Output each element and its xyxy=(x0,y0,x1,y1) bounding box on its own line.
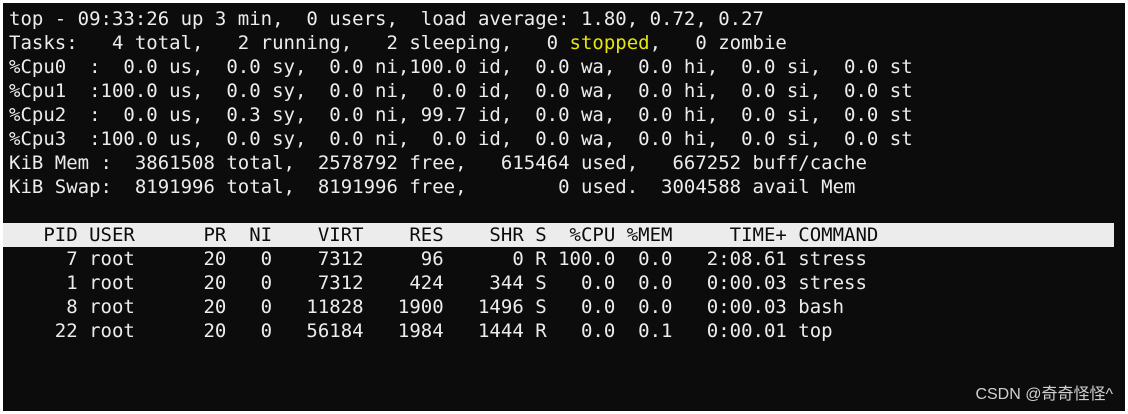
tasks-line: Tasks: 4 total, 2 running, 2 sleeping, 0… xyxy=(9,31,1114,55)
cpu3-line: %Cpu3 :100.0 us, 0.0 sy, 0.0 ni, 0.0 id,… xyxy=(9,128,913,150)
terminal-window[interactable]: top - 09:33:26 up 3 min, 0 users, load a… xyxy=(3,3,1125,411)
process-row[interactable]: 8 root 20 0 11828 1900 1496 S 0.0 0.0 0:… xyxy=(9,295,1114,319)
mem-line: KiB Mem : 3861508 total, 2578792 free, 6… xyxy=(9,152,867,174)
tasks-counts: Tasks: 4 total, 2 running, 2 sleeping, 0 xyxy=(9,32,570,54)
process-row[interactable]: 1 root 20 0 7312 424 344 S 0.0 0.0 0:00.… xyxy=(9,271,1114,295)
cpu1-line: %Cpu1 :100.0 us, 0.0 sy, 0.0 ni, 0.0 id,… xyxy=(9,80,913,102)
swap-line: KiB Swap: 8191996 total, 8191996 free, 0… xyxy=(9,176,856,198)
cpu2-line: %Cpu2 : 0.0 us, 0.3 sy, 0.0 ni, 99.7 id,… xyxy=(9,104,913,126)
process-row[interactable]: 7 root 20 0 7312 96 0 R 100.0 0.0 2:08.6… xyxy=(9,247,1114,271)
tasks-zombie: , 0 zombie xyxy=(649,32,787,54)
uptime-load-line: top - 09:33:26 up 3 min, 0 users, load a… xyxy=(9,8,764,30)
process-row[interactable]: 22 root 20 0 56184 1984 1444 R 0.0 0.1 0… xyxy=(9,319,1114,343)
watermark: CSDN @奇奇怪怪^ xyxy=(975,386,1113,403)
cpu0-line: %Cpu0 : 0.0 us, 0.0 sy, 0.0 ni,100.0 id,… xyxy=(9,56,913,78)
top-output: top - 09:33:26 up 3 min, 0 users, load a… xyxy=(3,7,1114,343)
tasks-stopped-label: stopped xyxy=(569,32,650,54)
process-table-header: PID USER PR NI VIRT RES SHR S %CPU %MEM … xyxy=(3,223,1114,247)
